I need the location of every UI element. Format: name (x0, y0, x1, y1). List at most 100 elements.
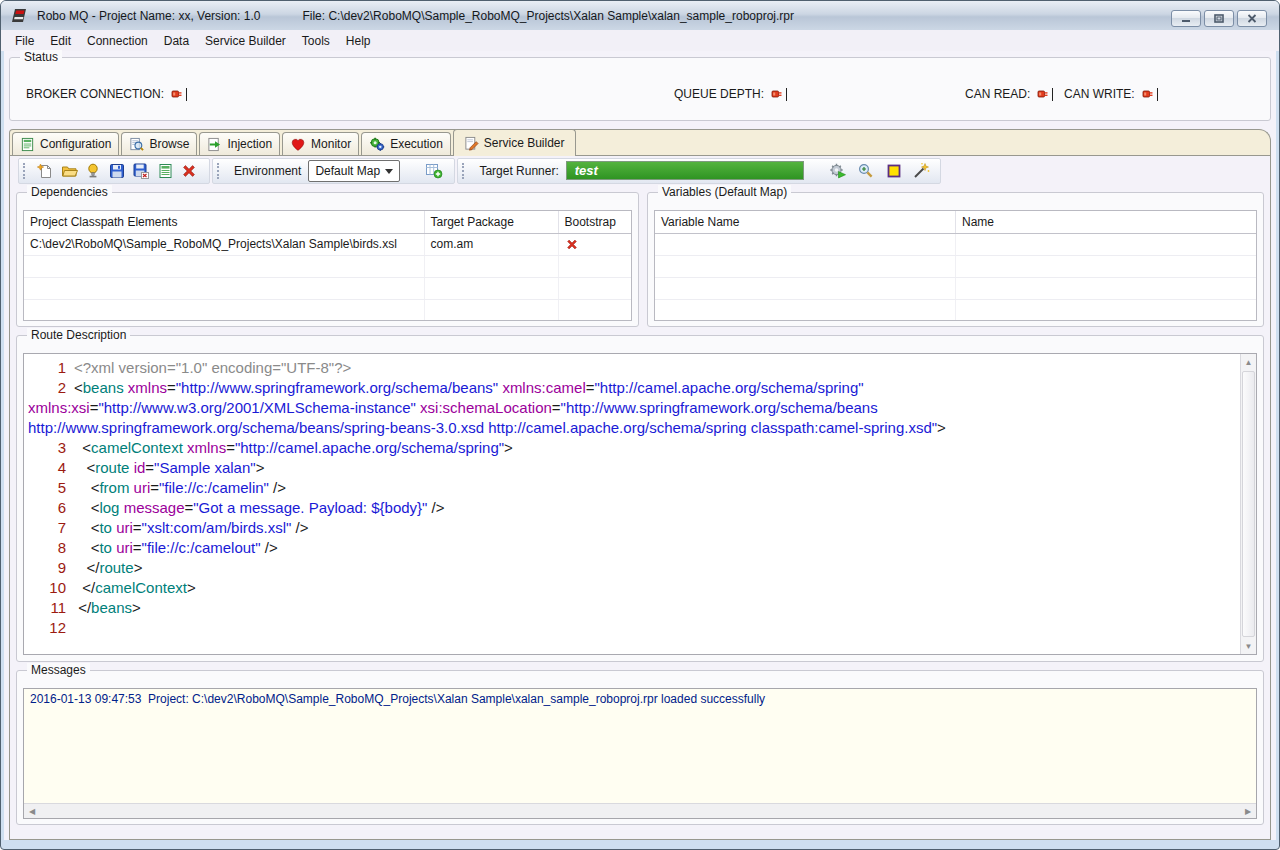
document-view-button[interactable] (153, 160, 177, 182)
menu-help[interactable]: Help (338, 31, 379, 51)
close-button[interactable] (1237, 10, 1267, 27)
status-label: BROKER CONNECTION: (26, 87, 164, 101)
scrollbar-thumb[interactable] (1242, 371, 1255, 637)
dependencies-group: Dependencies Project Classpath ElementsT… (16, 192, 639, 327)
scroll-down-icon[interactable]: ▼ (1241, 638, 1256, 654)
dependency-row[interactable]: C:\dev2\RoboMQ\Sample_RoboMQ_Projects\Xa… (24, 233, 632, 255)
menu-connection[interactable]: Connection (79, 31, 156, 51)
code-line: 6 <log message="Got a message. Payload: … (28, 498, 1234, 518)
tab-configuration[interactable]: Configuration (12, 132, 119, 155)
tab-label: Injection (227, 137, 272, 151)
column-header[interactable]: Target Package (424, 211, 558, 233)
menu-tools[interactable]: Tools (294, 31, 338, 51)
toolbar-drag-handle[interactable] (462, 163, 467, 179)
minimize-icon (1181, 14, 1191, 23)
environment-label: Environment (234, 164, 301, 178)
maximize-icon (1214, 14, 1224, 23)
toolbar-drag-handle[interactable] (23, 163, 28, 179)
document-view-icon (158, 163, 173, 179)
column-header[interactable]: Name (956, 211, 1257, 233)
line-number: 9 (28, 558, 66, 578)
scroll-left-icon[interactable]: ◀ (24, 804, 40, 818)
empty-row (24, 299, 632, 321)
toolbar-drag-handle[interactable] (217, 163, 222, 179)
open-folder-button[interactable] (57, 160, 81, 182)
bootstrap-cell[interactable] (558, 233, 632, 255)
monitor-icon (290, 137, 306, 152)
tab-injection[interactable]: Injection (199, 132, 280, 155)
tab-execution[interactable]: Execution (361, 132, 451, 155)
save-as-icon (133, 163, 149, 179)
empty-row (24, 277, 632, 299)
tab-browse[interactable]: Browse (121, 132, 197, 155)
disconnected-plug-icon (171, 88, 184, 100)
environment-dropdown[interactable]: Default Map (308, 160, 400, 182)
menu-service-builder[interactable]: Service Builder (197, 31, 294, 51)
route-xml-editor[interactable]: 1<?xml version="1.0" encoding="UTF-8"?>2… (23, 353, 1257, 655)
vertical-scrollbar[interactable]: ▲ ▼ (1240, 354, 1256, 654)
run-settings-icon (829, 162, 847, 179)
code-line: 7 <to uri="xslt:com/am/birds.xsl" /> (28, 518, 1234, 538)
tab-label: Monitor (311, 137, 351, 151)
status-group: Status BROKER CONNECTION:QUEUE DEPTH:CAN… (9, 57, 1271, 121)
app-window: Robo MQ - Project Name: xx, Version: 1.0… (0, 0, 1280, 850)
empty-row (655, 255, 1256, 277)
zoom-in-icon (857, 162, 874, 179)
save-button[interactable] (105, 160, 129, 182)
line-number: 1 (28, 358, 66, 378)
package-cell: com.am (424, 233, 558, 255)
horizontal-scrollbar[interactable]: ◀ ▶ (24, 803, 1256, 818)
log-message: 2016-01-13 09:47:53 Project: C:\dev2\Rob… (24, 689, 1256, 709)
empty-row (655, 233, 1256, 255)
delete-button[interactable] (177, 160, 201, 182)
toolbar-file-group (18, 158, 210, 184)
status-indicator: QUEUE DEPTH: (674, 86, 787, 102)
tab-label: Service Builder (484, 136, 565, 150)
disconnected-plug-icon (1037, 88, 1050, 100)
menu-data[interactable]: Data (156, 31, 197, 51)
breakpoint-button[interactable] (884, 160, 904, 182)
save-as-button[interactable] (129, 160, 153, 182)
window-title-file: File: C:\dev2\RoboMQ\Sample_RoboMQ_Proje… (302, 9, 794, 23)
status-indicator: CAN READ: (965, 86, 1053, 102)
empty-row (655, 299, 1256, 321)
text-caret (1052, 88, 1053, 101)
delete-icon (181, 163, 197, 179)
add-dependency-button[interactable] (422, 160, 446, 182)
code-line: 1<?xml version="1.0" encoding="UTF-8"?> (28, 358, 1234, 378)
line-number: 12 (28, 618, 66, 638)
column-header[interactable]: Project Classpath Elements (24, 211, 424, 233)
delete-cross-icon[interactable] (565, 238, 630, 251)
service-builder-icon (464, 136, 479, 151)
window-title: Robo MQ - Project Name: xx, Version: 1.0 (37, 9, 260, 23)
scroll-right-icon[interactable]: ▶ (1240, 804, 1256, 818)
menu-edit[interactable]: Edit (42, 31, 79, 51)
column-header[interactable]: Bootstrap (558, 211, 632, 233)
menu-file[interactable]: File (7, 31, 42, 51)
wizard-button[interactable] (912, 160, 932, 182)
injection-icon (207, 137, 222, 152)
line-number: 7 (28, 518, 66, 538)
tab-service-builder[interactable]: Service Builder (453, 129, 576, 156)
new-file-button[interactable] (33, 160, 57, 182)
column-header[interactable]: Variable Name (655, 211, 956, 233)
window-bottom-frame (1, 840, 1279, 849)
classpath-cell: C:\dev2\RoboMQ\Sample_RoboMQ_Projects\Xa… (24, 233, 424, 255)
target-runner-input[interactable]: test (566, 161, 804, 180)
line-number: 4 (28, 458, 66, 478)
lamp-icon (85, 163, 101, 179)
variables-group: Variables (Default Map) Variable NameNam… (647, 192, 1264, 327)
maximize-button[interactable] (1204, 10, 1234, 27)
zoom-in-button[interactable] (856, 160, 876, 182)
run-settings-button[interactable] (828, 160, 848, 182)
tab-monitor[interactable]: Monitor (282, 132, 359, 155)
line-number: 8 (28, 538, 66, 558)
minimize-button[interactable] (1171, 10, 1201, 27)
tab-strip: ConfigurationBrowse Injection Monitor Execu… (9, 129, 1271, 155)
status-legend: Status (20, 50, 62, 64)
execution-icon (369, 137, 385, 152)
scroll-up-icon[interactable]: ▲ (1241, 354, 1256, 370)
lamp-button[interactable] (81, 160, 105, 182)
empty-row (24, 255, 632, 277)
status-label: QUEUE DEPTH: (674, 87, 764, 101)
